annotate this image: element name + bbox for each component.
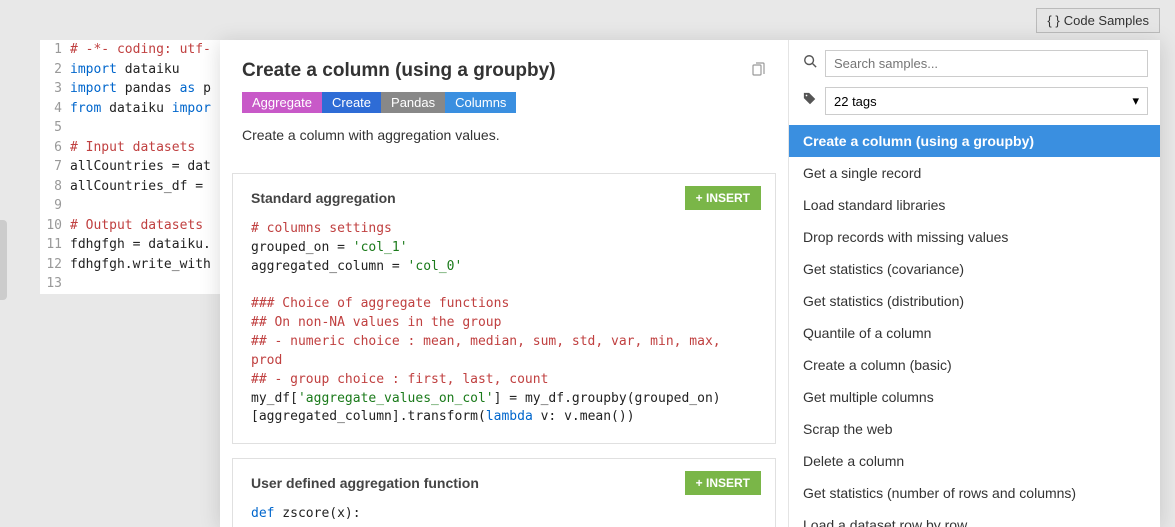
code-block-standard: + INSERT Standard aggregation # columns … (232, 173, 776, 444)
tag-pandas[interactable]: Pandas (381, 92, 445, 113)
code-snippet: # columns settings grouped_on = 'col_1' … (251, 220, 757, 427)
line-content: import pandas as p (70, 79, 211, 99)
code-samples-label: Code Samples (1064, 13, 1149, 28)
tags-dropdown[interactable]: 22 tags ▾ (825, 87, 1148, 115)
copy-icon[interactable] (750, 62, 766, 83)
line-number: 1 (40, 40, 70, 60)
line-content: allCountries = dat (70, 157, 211, 177)
search-input[interactable] (825, 50, 1148, 77)
tags-filter-row: 22 tags ▾ (789, 83, 1160, 125)
list-item[interactable]: Scrap the web (789, 413, 1160, 445)
left-drag-handle[interactable] (0, 220, 7, 300)
line-number: 10 (40, 216, 70, 236)
line-content: # Input datasets (70, 138, 195, 158)
line-content: allCountries_df = (70, 177, 211, 197)
line-number: 5 (40, 118, 70, 138)
line-content: fdhgfgh = dataiku. (70, 235, 211, 255)
insert-label: INSERT (706, 476, 750, 490)
tags-row: Aggregate Create Pandas Columns (242, 92, 766, 113)
block-title: Standard aggregation (251, 190, 757, 206)
line-number: 4 (40, 99, 70, 119)
code-snippet: def zscore(x): (251, 505, 757, 524)
sample-list: Create a column (using a groupby)Get a s… (789, 125, 1160, 527)
sample-detail-panel: Create a column (using a groupby) Aggreg… (220, 40, 788, 527)
list-item[interactable]: Load standard libraries (789, 189, 1160, 221)
line-content: # Output datasets (70, 216, 203, 236)
list-item[interactable]: Get a single record (789, 157, 1160, 189)
line-number: 7 (40, 157, 70, 177)
line-number: 11 (40, 235, 70, 255)
line-content: fdhgfgh.write_with (70, 255, 211, 275)
line-number: 2 (40, 60, 70, 80)
plus-icon: + (696, 476, 703, 490)
insert-button[interactable]: + INSERT (685, 186, 761, 210)
tag-aggregate[interactable]: Aggregate (242, 92, 322, 113)
detail-description: Create a column with aggregation values. (242, 127, 766, 143)
list-item[interactable]: Get statistics (covariance) (789, 253, 1160, 285)
list-item[interactable]: Get statistics (distribution) (789, 285, 1160, 317)
chevron-down-icon: ▾ (1132, 93, 1139, 109)
list-item[interactable]: Load a dataset row by row (789, 509, 1160, 527)
code-samples-overlay: Create a column (using a groupby) Aggreg… (220, 40, 1160, 527)
detail-header: Create a column (using a groupby) Aggreg… (220, 40, 788, 159)
plus-icon: + (696, 191, 703, 205)
tag-create[interactable]: Create (322, 92, 381, 113)
line-number: 13 (40, 274, 70, 294)
line-content: from dataiku impor (70, 99, 211, 119)
code-samples-button[interactable]: { } Code Samples (1036, 8, 1160, 33)
detail-title: Create a column (using a groupby) (242, 60, 766, 82)
list-item[interactable]: Get multiple columns (789, 381, 1160, 413)
tag-icon (801, 92, 819, 111)
list-item[interactable]: Create a column (using a groupby) (789, 125, 1160, 157)
search-icon (801, 54, 819, 73)
list-item[interactable]: Delete a column (789, 445, 1160, 477)
braces-icon: { } (1047, 13, 1059, 28)
list-item[interactable]: Create a column (basic) (789, 349, 1160, 381)
tag-columns[interactable]: Columns (445, 92, 516, 113)
line-number: 8 (40, 177, 70, 197)
line-number: 6 (40, 138, 70, 158)
line-number: 12 (40, 255, 70, 275)
samples-side-panel: 22 tags ▾ Create a column (using a group… (788, 40, 1160, 527)
search-row (789, 40, 1160, 83)
block-title: User defined aggregation function (251, 475, 757, 491)
insert-button[interactable]: + INSERT (685, 471, 761, 495)
list-item[interactable]: Drop records with missing values (789, 221, 1160, 253)
list-item[interactable]: Get statistics (number of rows and colum… (789, 477, 1160, 509)
code-block-udf: + INSERT User defined aggregation functi… (232, 458, 776, 527)
line-content: # -*- coding: utf- (70, 40, 211, 60)
line-number: 9 (40, 196, 70, 216)
insert-label: INSERT (706, 191, 750, 205)
line-content: import dataiku (70, 60, 180, 80)
tags-dropdown-label: 22 tags (834, 94, 877, 109)
line-number: 3 (40, 79, 70, 99)
list-item[interactable]: Quantile of a column (789, 317, 1160, 349)
